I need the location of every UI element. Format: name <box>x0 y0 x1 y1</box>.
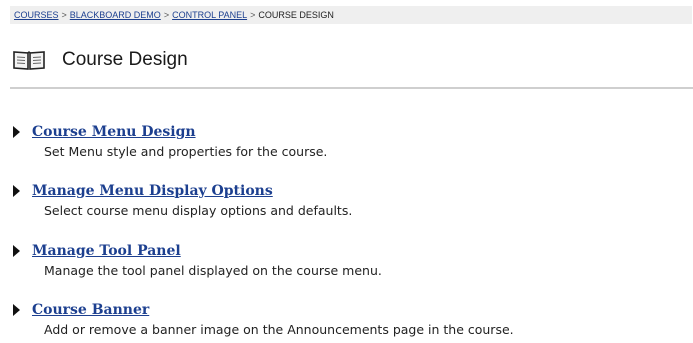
list-item-header: Course Menu Design <box>12 122 327 141</box>
manage-menu-display-options-link[interactable]: Manage Menu Display Options <box>32 183 273 199</box>
page-header: Course Design <box>12 45 188 75</box>
list-item-description: Add or remove a banner image on the Anno… <box>44 322 514 337</box>
list-item-header: Course Banner <box>12 300 514 319</box>
list-item-course-menu-design: Course Menu Design Set Menu style and pr… <box>12 122 327 159</box>
course-banner-link[interactable]: Course Banner <box>32 302 149 318</box>
course-menu-design-link[interactable]: Course Menu Design <box>32 124 196 140</box>
breadcrumb-separator: > <box>250 10 256 20</box>
list-item-manage-tool-panel: Manage Tool Panel Manage the tool panel … <box>12 241 382 278</box>
breadcrumb-link-courses[interactable]: COURSES <box>14 10 59 20</box>
arrow-right-icon <box>13 303 20 316</box>
breadcrumb: COURSES > BLACKBOARD DEMO > CONTROL PANEL > CO… <box>10 6 692 24</box>
manage-tool-panel-link[interactable]: Manage Tool Panel <box>32 243 181 259</box>
arrow-right-icon <box>13 244 20 257</box>
list-item-description: Select course menu display options and d… <box>44 203 353 218</box>
arrow-right-icon <box>13 125 20 138</box>
header-divider <box>10 87 693 89</box>
breadcrumb-current: COURSE DESIGN <box>258 10 334 20</box>
list-item-description: Manage the tool panel displayed on the c… <box>44 263 382 278</box>
breadcrumb-separator: > <box>163 10 170 20</box>
breadcrumb-link-blackboard-demo[interactable]: BLACKBOARD DEMO <box>70 10 161 20</box>
arrow-right-icon <box>13 184 20 197</box>
page-title: Course Design <box>62 49 188 70</box>
list-item-course-banner: Course Banner Add or remove a banner ima… <box>12 300 514 337</box>
list-item-header: Manage Tool Panel <box>12 241 382 260</box>
breadcrumb-separator: > <box>61 10 67 20</box>
breadcrumb-link-control-panel[interactable]: CONTROL PANEL <box>172 10 247 20</box>
book-icon <box>13 51 45 70</box>
list-item-manage-menu-display-options: Manage Menu Display Options Select cours… <box>12 181 352 218</box>
list-item-description: Set Menu style and properties for the co… <box>44 144 328 159</box>
list-item-header: Manage Menu Display Options <box>12 181 352 200</box>
